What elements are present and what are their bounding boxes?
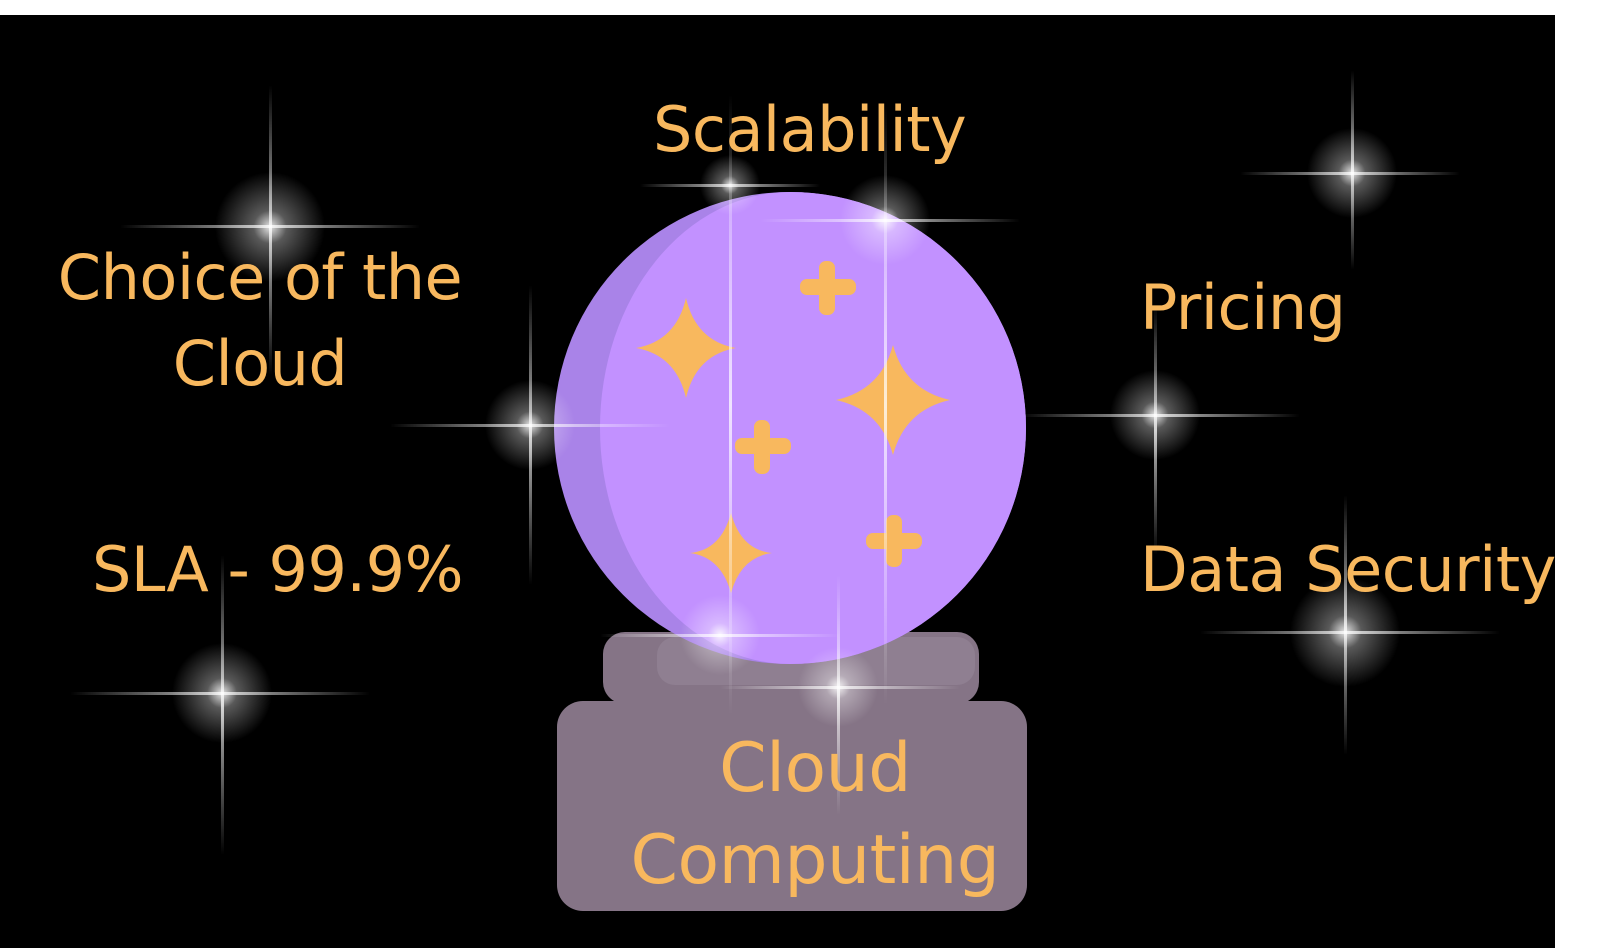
slide-canvas: Scalability Choice of the Cloud Pricing … [0,15,1555,948]
label-cloud-computing: Cloud Computing [630,729,1000,900]
twinkle-star-icon [1240,70,1460,270]
label-pricing: Pricing [1140,271,1346,344]
label-data-security: Data Security [1140,533,1555,606]
crystal-ball-highlight [600,192,1026,664]
label-scalability: Scalability [653,93,967,166]
label-sla: SLA - 99.9% [92,533,463,606]
label-choice-of-the-cloud: Choice of the Cloud [57,241,463,400]
